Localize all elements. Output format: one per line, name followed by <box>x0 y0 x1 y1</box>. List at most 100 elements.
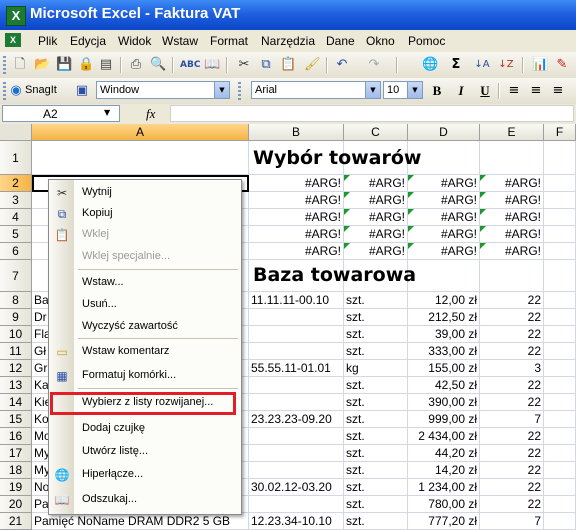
row-header[interactable]: 7 <box>0 260 32 292</box>
grid-cell[interactable] <box>544 428 576 445</box>
undo-icon[interactable]: ↶ <box>334 57 350 73</box>
hyperlink-icon[interactable]: 🌐 <box>422 57 438 73</box>
toolbar-grip[interactable] <box>3 56 6 74</box>
grid-cell[interactable] <box>408 260 480 292</box>
column-header-c[interactable]: C <box>344 124 408 141</box>
menu-item-wstaw[interactable]: Wstaw... <box>49 273 241 293</box>
row-header[interactable]: 6 <box>0 243 32 260</box>
toolbar-grip[interactable] <box>238 82 241 100</box>
unit-cell[interactable]: szt. <box>344 513 408 530</box>
menu-dane[interactable]: Dane <box>326 34 355 48</box>
product-code-cell[interactable]: 30.02.12-03.20 <box>249 479 344 496</box>
grid-cell[interactable] <box>544 496 576 513</box>
row-header[interactable]: 15 <box>0 411 32 428</box>
vat-cell[interactable]: 22 <box>480 428 544 445</box>
menu-item-wklej-specjalnie[interactable]: Wklej specjalnie... <box>49 247 241 267</box>
unit-cell[interactable]: szt. <box>344 445 408 462</box>
vat-cell[interactable]: 22 <box>480 479 544 496</box>
font-size-dropdown[interactable]: 10 ▼ <box>383 81 423 99</box>
menu-item-utwórz-listę[interactable]: Utwórz listę... <box>49 442 241 462</box>
row-header[interactable]: 21 <box>0 513 32 530</box>
grid-cell[interactable] <box>544 377 576 394</box>
row-header[interactable]: 17 <box>0 445 32 462</box>
spelling-icon[interactable]: ABC <box>180 57 200 73</box>
vat-cell[interactable]: 22 <box>480 309 544 326</box>
grid-cell[interactable] <box>544 226 576 243</box>
autosum-icon[interactable]: Σ <box>448 57 464 73</box>
sort-ascending-icon[interactable]: ↓A <box>474 57 490 73</box>
toolbar-grip[interactable] <box>3 82 6 100</box>
underline-button[interactable]: U <box>476 82 494 100</box>
grid-cell[interactable] <box>544 192 576 209</box>
row-header[interactable]: 20 <box>0 496 32 513</box>
print-area-icon[interactable]: ▤ <box>98 57 114 73</box>
snagit-button[interactable]: SnagIt <box>25 84 57 96</box>
row-header[interactable]: 18 <box>0 462 32 479</box>
product-code-cell[interactable] <box>249 343 344 360</box>
error-cell[interactable]: #ARG! <box>480 226 544 243</box>
menu-item-wyczyść-zawartość[interactable]: Wyczyść zawartość <box>49 317 241 337</box>
price-cell[interactable]: 44,20 zł <box>408 445 480 462</box>
row-header[interactable]: 11 <box>0 343 32 360</box>
error-cell[interactable]: #ARG! <box>344 192 408 209</box>
grid-cell[interactable] <box>544 326 576 343</box>
price-cell[interactable]: 390,00 zł <box>408 394 480 411</box>
unit-cell[interactable]: szt. <box>344 326 408 343</box>
vat-cell[interactable]: 22 <box>480 394 544 411</box>
vat-cell[interactable]: 7 <box>480 411 544 428</box>
price-cell[interactable]: 212,50 zł <box>408 309 480 326</box>
row-header[interactable]: 2 <box>0 175 32 192</box>
menu-item-dodaj-czujkę[interactable]: Dodaj czujkę <box>49 419 241 439</box>
product-code-cell[interactable] <box>249 394 344 411</box>
grid-cell[interactable] <box>544 445 576 462</box>
price-cell[interactable]: 780,00 zł <box>408 496 480 513</box>
menu-item-usuń[interactable]: Usuń... <box>49 295 241 315</box>
column-header-d[interactable]: D <box>408 124 480 141</box>
redo-icon[interactable]: ↷ <box>366 57 382 73</box>
italic-button[interactable]: I <box>452 82 470 100</box>
snagit-settings-icon[interactable]: ▣ <box>74 83 90 99</box>
permission-icon[interactable]: 🔒 <box>78 57 94 73</box>
error-cell[interactable]: #ARG! <box>249 192 344 209</box>
price-cell[interactable]: 1 234,00 zł <box>408 479 480 496</box>
product-code-cell[interactable] <box>249 326 344 343</box>
vat-cell[interactable]: 22 <box>480 343 544 360</box>
product-code-cell[interactable]: 11.11.11-00.10 <box>249 292 344 309</box>
excel-app-icon[interactable]: X <box>6 6 26 26</box>
vat-cell[interactable]: 3 <box>480 360 544 377</box>
unit-cell[interactable]: szt. <box>344 428 408 445</box>
menu-wstaw[interactable]: Wstaw <box>162 34 198 48</box>
chevron-down-icon[interactable]: ▼ <box>407 82 422 98</box>
new-document-icon[interactable]: 🗋 <box>12 57 28 73</box>
name-box[interactable]: A2 <box>2 105 120 122</box>
menu-item-wstaw-komentarz[interactable]: ▭ Wstaw komentarz <box>49 342 241 362</box>
align-left-icon[interactable]: ≡ <box>506 83 522 99</box>
chevron-down-icon[interactable]: ▼ <box>104 108 110 117</box>
select-all-corner[interactable] <box>0 124 32 141</box>
row-header[interactable]: 8 <box>0 292 32 309</box>
product-code-cell[interactable]: 23.23.23-09.20 <box>249 411 344 428</box>
vat-cell[interactable]: 7 <box>480 513 544 530</box>
row-header[interactable]: 3 <box>0 192 32 209</box>
vat-cell[interactable]: 22 <box>480 496 544 513</box>
unit-cell[interactable]: kg <box>344 360 408 377</box>
grid-cell[interactable] <box>544 343 576 360</box>
vat-cell[interactable]: 22 <box>480 377 544 394</box>
copy-icon[interactable]: ⧉ <box>258 57 274 73</box>
product-code-cell[interactable]: 55.55.11-01.01 <box>249 360 344 377</box>
product-code-cell[interactable]: 12.23.34-10.10 <box>249 513 344 530</box>
menu-item-odszukaj[interactable]: 📖 Odszukaj... <box>49 490 241 510</box>
product-code-cell[interactable] <box>249 377 344 394</box>
price-cell[interactable]: 39,00 zł <box>408 326 480 343</box>
grid-cell[interactable] <box>544 243 576 260</box>
grid-cell[interactable] <box>544 479 576 496</box>
align-right-icon[interactable]: ≡ <box>550 83 566 99</box>
grid-cell[interactable] <box>544 260 576 292</box>
error-cell[interactable]: #ARG! <box>344 175 408 192</box>
vat-cell[interactable]: 22 <box>480 462 544 479</box>
workbook-icon[interactable]: X <box>5 33 21 47</box>
open-folder-icon[interactable]: 📂 <box>34 57 50 73</box>
error-cell[interactable]: #ARG! <box>480 209 544 226</box>
chevron-down-icon[interactable]: ▼ <box>214 82 229 98</box>
menu-item-kopiuj[interactable]: ⧉ Kopiuj <box>49 204 241 224</box>
